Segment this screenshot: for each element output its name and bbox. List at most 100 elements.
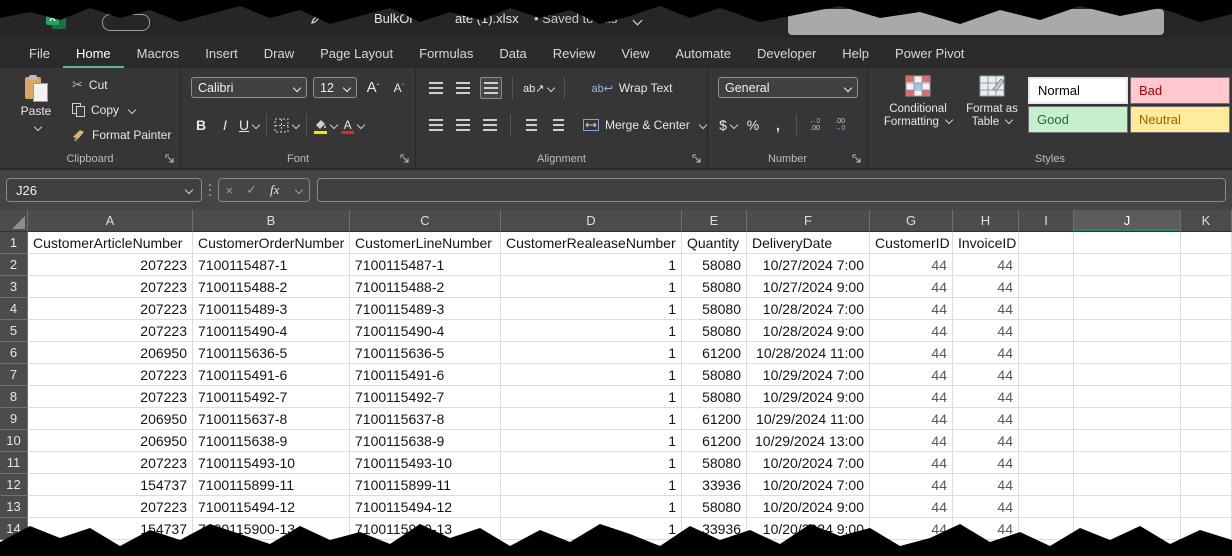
cell-C7[interactable]: 7100115491-6: [350, 364, 501, 386]
cell-H10[interactable]: 44: [953, 430, 1019, 452]
cell-C14[interactable]: 7100115900-13: [350, 518, 501, 540]
cell-B14[interactable]: 7100115900-13: [193, 518, 350, 540]
cell-H1[interactable]: InvoiceID: [953, 232, 1019, 254]
cell-C10[interactable]: 7100115638-9: [350, 430, 501, 452]
number-format-select[interactable]: General: [718, 77, 858, 98]
cell-E9[interactable]: 61200: [682, 408, 747, 430]
percent-format-button[interactable]: %: [743, 115, 763, 135]
column-header-E[interactable]: E: [682, 210, 747, 232]
cell-F6[interactable]: 10/28/2024 11:00: [747, 342, 870, 364]
increase-decimal-button[interactable]: ←0.00: [805, 115, 825, 135]
tab-developer[interactable]: Developer: [744, 38, 829, 68]
cell-J7[interactable]: [1074, 364, 1181, 386]
cell-K3[interactable]: [1181, 276, 1232, 298]
cell-A3[interactable]: 207223: [28, 276, 193, 298]
decrease-decimal-button[interactable]: .00→0: [830, 115, 850, 135]
bottom-align-button[interactable]: [480, 77, 502, 99]
cell-E12[interactable]: 33936: [682, 474, 747, 496]
increase-font-button[interactable]: Aˆ: [363, 78, 383, 98]
cell-C3[interactable]: 7100115488-2: [350, 276, 501, 298]
cell-G10[interactable]: 44: [870, 430, 953, 452]
underline-button[interactable]: U: [239, 115, 259, 135]
cell-K9[interactable]: [1181, 408, 1232, 430]
cell-E5[interactable]: 58080: [682, 320, 747, 342]
column-header-F[interactable]: F: [747, 210, 870, 232]
excel-logo-icon[interactable]: X: [46, 9, 66, 29]
cell-D1[interactable]: CustomerRealeaseNumber: [501, 232, 682, 254]
confirm-entry-icon[interactable]: ✓: [246, 182, 257, 198]
cell-A5[interactable]: 207223: [28, 320, 193, 342]
row-header-11[interactable]: 11: [0, 452, 28, 474]
row-header-9[interactable]: 9: [0, 408, 28, 430]
row-header-14[interactable]: 14: [0, 518, 28, 540]
row-header-8[interactable]: 8: [0, 386, 28, 408]
cell-B13[interactable]: 7100115494-12: [193, 496, 350, 518]
cell-J12[interactable]: [1074, 474, 1181, 496]
cell-J5[interactable]: [1074, 320, 1181, 342]
cell-F14[interactable]: 10/20/2024 9:00: [747, 518, 870, 540]
cell-I12[interactable]: [1019, 474, 1074, 496]
font-color-button[interactable]: A: [341, 115, 364, 135]
cell-F7[interactable]: 10/29/2024 7:00: [747, 364, 870, 386]
cell-A2[interactable]: 207223: [28, 254, 193, 276]
cell-E4[interactable]: 58080: [682, 298, 747, 320]
middle-align-button[interactable]: [453, 78, 473, 98]
cell-A7[interactable]: 207223: [28, 364, 193, 386]
cell-G5[interactable]: 44: [870, 320, 953, 342]
cell-J6[interactable]: [1074, 342, 1181, 364]
cell-D13[interactable]: 1: [501, 496, 682, 518]
cell-style-normal[interactable]: Normal: [1028, 77, 1128, 104]
cell-C6[interactable]: 7100115636-5: [350, 342, 501, 364]
cell-J8[interactable]: [1074, 386, 1181, 408]
cut-button[interactable]: ✂ Cut: [72, 76, 171, 94]
cell-G8[interactable]: 44: [870, 386, 953, 408]
cell-style-neutral[interactable]: Neutral: [1130, 106, 1230, 133]
tab-insert[interactable]: Insert: [192, 38, 251, 68]
font-dialog-launcher-icon[interactable]: [400, 154, 410, 164]
cell-H2[interactable]: 44: [953, 254, 1019, 276]
cell-J3[interactable]: [1074, 276, 1181, 298]
formula-bar-drag-handle[interactable]: [209, 184, 211, 196]
row-header-3[interactable]: 3: [0, 276, 28, 298]
cell-F9[interactable]: 10/29/2024 11:00: [747, 408, 870, 430]
tab-power-pivot[interactable]: Power Pivot: [882, 38, 977, 68]
cell-A1[interactable]: CustomerArticleNumber: [28, 232, 193, 254]
cell-E10[interactable]: 61200: [682, 430, 747, 452]
cell-K5[interactable]: [1181, 320, 1232, 342]
cell-G13[interactable]: 44: [870, 496, 953, 518]
cell-D6[interactable]: 1: [501, 342, 682, 364]
merge-center-button[interactable]: Merge & Center: [583, 116, 706, 134]
row-header-10[interactable]: 10: [0, 430, 28, 452]
cell-I6[interactable]: [1019, 342, 1074, 364]
cell-G2[interactable]: 44: [870, 254, 953, 276]
cell-B11[interactable]: 7100115493-10: [193, 452, 350, 474]
cell-G11[interactable]: 44: [870, 452, 953, 474]
cell-D7[interactable]: 1: [501, 364, 682, 386]
cell-G3[interactable]: 44: [870, 276, 953, 298]
cell-I9[interactable]: [1019, 408, 1074, 430]
column-header-I[interactable]: I: [1019, 210, 1074, 232]
column-header-K[interactable]: K: [1181, 210, 1232, 232]
orientation-button[interactable]: ab↗: [523, 78, 554, 98]
cell-D8[interactable]: 1: [501, 386, 682, 408]
tab-draw[interactable]: Draw: [251, 38, 307, 68]
cell-I1[interactable]: [1019, 232, 1074, 254]
cell-G9[interactable]: 44: [870, 408, 953, 430]
cell-F12[interactable]: 10/20/2024 7:00: [747, 474, 870, 496]
cell-B3[interactable]: 7100115488-2: [193, 276, 350, 298]
comma-format-button[interactable]: ,: [768, 115, 788, 135]
cell-B2[interactable]: 7100115487-1: [193, 254, 350, 276]
cell-K1[interactable]: [1181, 232, 1232, 254]
cell-H6[interactable]: 44: [953, 342, 1019, 364]
cell-I8[interactable]: [1019, 386, 1074, 408]
cell-B6[interactable]: 7100115636-5: [193, 342, 350, 364]
cell-I7[interactable]: [1019, 364, 1074, 386]
italic-button[interactable]: I: [215, 115, 235, 135]
decrease-indent-button[interactable]: [521, 115, 541, 135]
cell-H13[interactable]: 44: [953, 496, 1019, 518]
tab-view[interactable]: View: [608, 38, 662, 68]
cell-A6[interactable]: 206950: [28, 342, 193, 364]
borders-button[interactable]: [274, 115, 299, 135]
name-box[interactable]: J26: [6, 178, 202, 202]
cell-F13[interactable]: 10/20/2024 9:00: [747, 496, 870, 518]
